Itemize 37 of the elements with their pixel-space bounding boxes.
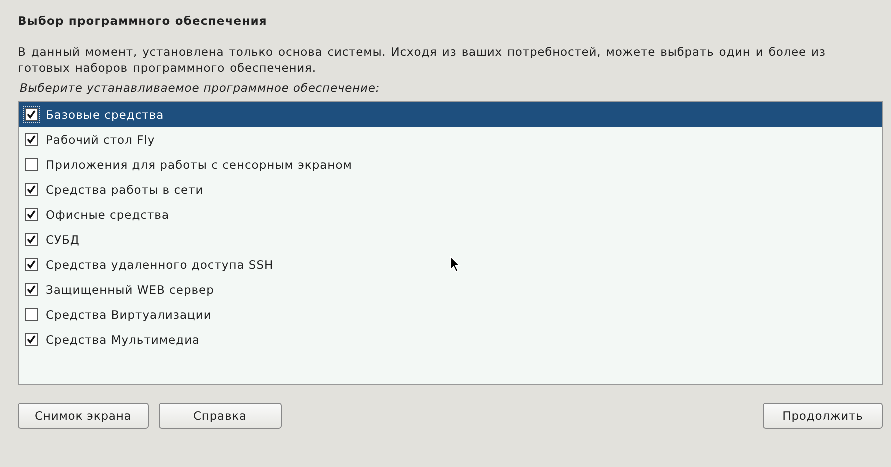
- item-label: Средства удаленного доступа SSH: [46, 258, 274, 272]
- item-label: Средства Мультимедиа: [46, 332, 200, 346]
- checkbox[interactable]: [25, 133, 38, 146]
- checkbox[interactable]: [25, 108, 38, 121]
- checkbox[interactable]: [25, 208, 38, 221]
- checkbox[interactable]: [25, 258, 38, 271]
- checkbox[interactable]: [25, 233, 38, 246]
- checkbox[interactable]: [25, 158, 38, 171]
- dialog-button[interactable]: Снимок экрана: [18, 403, 149, 429]
- list-item[interactable]: Офисные средства: [19, 202, 882, 227]
- item-label: Приложения для работы с сенсорным экраном: [46, 158, 352, 172]
- item-label: Средства Виртуализации: [46, 308, 212, 322]
- list-item[interactable]: Защищенный WEB сервер: [19, 277, 882, 302]
- item-label: Средства работы в сети: [46, 182, 204, 196]
- checkbox[interactable]: [25, 183, 38, 196]
- cursor-icon: [450, 256, 461, 273]
- continue-button[interactable]: Продолжить: [763, 403, 883, 429]
- list-item[interactable]: Средства Виртуализации: [19, 302, 882, 327]
- prompt-text: Выберите устанавливаемое программное обеспечение:: [20, 81, 382, 95]
- list-item[interactable]: Рабочий стол Fly: [19, 127, 882, 152]
- item-label: СУБД: [46, 232, 80, 246]
- description-text: В данный момент, установлена только основа системы. Исходя из ваших потребностей, можете выбрать один и более из готовых наборов программного обеспечения.: [18, 44, 827, 76]
- section-title: Выбор программного обеспечения: [18, 14, 268, 28]
- list-item[interactable]: Средства удаленного доступа SSH: [19, 252, 882, 277]
- item-label: Защищенный WEB сервер: [46, 282, 214, 296]
- checkbox[interactable]: [25, 308, 38, 321]
- checkbox[interactable]: [25, 283, 38, 296]
- list-item[interactable]: Средства работы в сети: [19, 177, 882, 202]
- list-item[interactable]: Средства Мультимедиа: [19, 327, 882, 352]
- list-item[interactable]: Приложения для работы с сенсорным экраном: [19, 152, 882, 177]
- list-item[interactable]: СУБД: [19, 227, 882, 252]
- checkbox[interactable]: [25, 333, 38, 346]
- item-label: Базовые средства: [46, 108, 164, 122]
- dialog-button[interactable]: Справка: [158, 403, 282, 429]
- list-item[interactable]: Базовые средства: [19, 102, 882, 127]
- item-label: Рабочий стол Fly: [46, 132, 156, 146]
- item-label: Офисные средства: [46, 208, 170, 222]
